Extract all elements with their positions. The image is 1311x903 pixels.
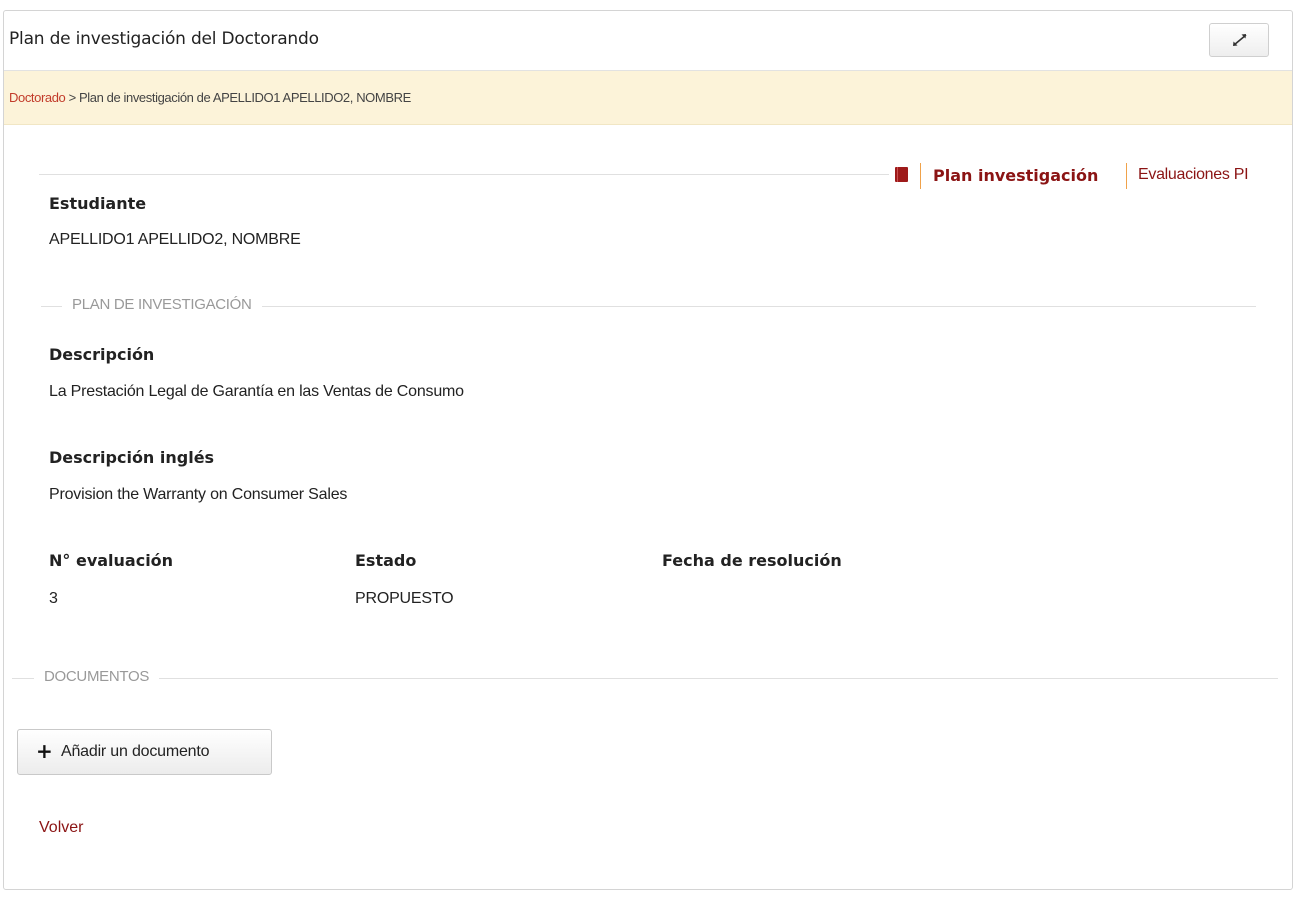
estado-label: Estado bbox=[355, 551, 417, 570]
expand-arrows-icon bbox=[1233, 34, 1247, 46]
nav-evaluaciones-pi[interactable]: Evaluaciones PI bbox=[1138, 166, 1249, 184]
plan-panel: Plan de investigación del Doctorando Doc… bbox=[3, 10, 1293, 890]
add-document-button[interactable]: + Añadir un documento bbox=[17, 729, 272, 775]
estado-value: PROPUESTO bbox=[355, 590, 454, 607]
documentos-section-divider bbox=[12, 678, 1278, 679]
descripcion-value: La Prestación Legal de Garantía en las V… bbox=[49, 383, 464, 400]
plus-icon: + bbox=[36, 739, 53, 763]
book-icon bbox=[895, 167, 908, 182]
breadcrumb-bar: Doctorado > Plan de investigación de APE… bbox=[4, 71, 1292, 125]
expand-button[interactable] bbox=[1209, 23, 1269, 57]
fecha-resolucion-label: Fecha de resolución bbox=[662, 551, 842, 570]
add-document-label: Añadir un documento bbox=[61, 743, 210, 760]
breadcrumb-current: Plan de investigación de APELLIDO1 APELL… bbox=[79, 90, 411, 105]
documentos-section-title: DOCUMENTOS bbox=[34, 668, 160, 685]
descripcion-ingles-label: Descripción inglés bbox=[49, 448, 215, 467]
nav-separator bbox=[1126, 163, 1127, 189]
top-divider bbox=[39, 174, 889, 175]
panel-header: Plan de investigación del Doctorando bbox=[4, 11, 1292, 71]
nav-plan-investigacion[interactable]: Plan investigación bbox=[933, 166, 1098, 185]
descripcion-ingles-value: Provision the Warranty on Consumer Sales bbox=[49, 486, 348, 503]
student-label: Estudiante bbox=[49, 194, 147, 213]
breadcrumb-doctorado-link[interactable]: Doctorado bbox=[9, 90, 66, 105]
back-link[interactable]: Volver bbox=[39, 819, 83, 837]
panel-title: Plan de investigación del Doctorando bbox=[9, 29, 319, 49]
descripcion-label: Descripción bbox=[49, 345, 155, 364]
plan-section-title: PLAN DE INVESTIGACIÓN bbox=[62, 296, 262, 313]
breadcrumb-separator: > bbox=[65, 90, 80, 105]
breadcrumb: Doctorado > Plan de investigación de APE… bbox=[9, 90, 411, 105]
nav-separator bbox=[920, 163, 921, 189]
evaluacion-value: 3 bbox=[49, 590, 58, 607]
student-value: APELLIDO1 APELLIDO2, NOMBRE bbox=[49, 231, 301, 248]
evaluacion-label: N° evaluación bbox=[49, 551, 174, 570]
